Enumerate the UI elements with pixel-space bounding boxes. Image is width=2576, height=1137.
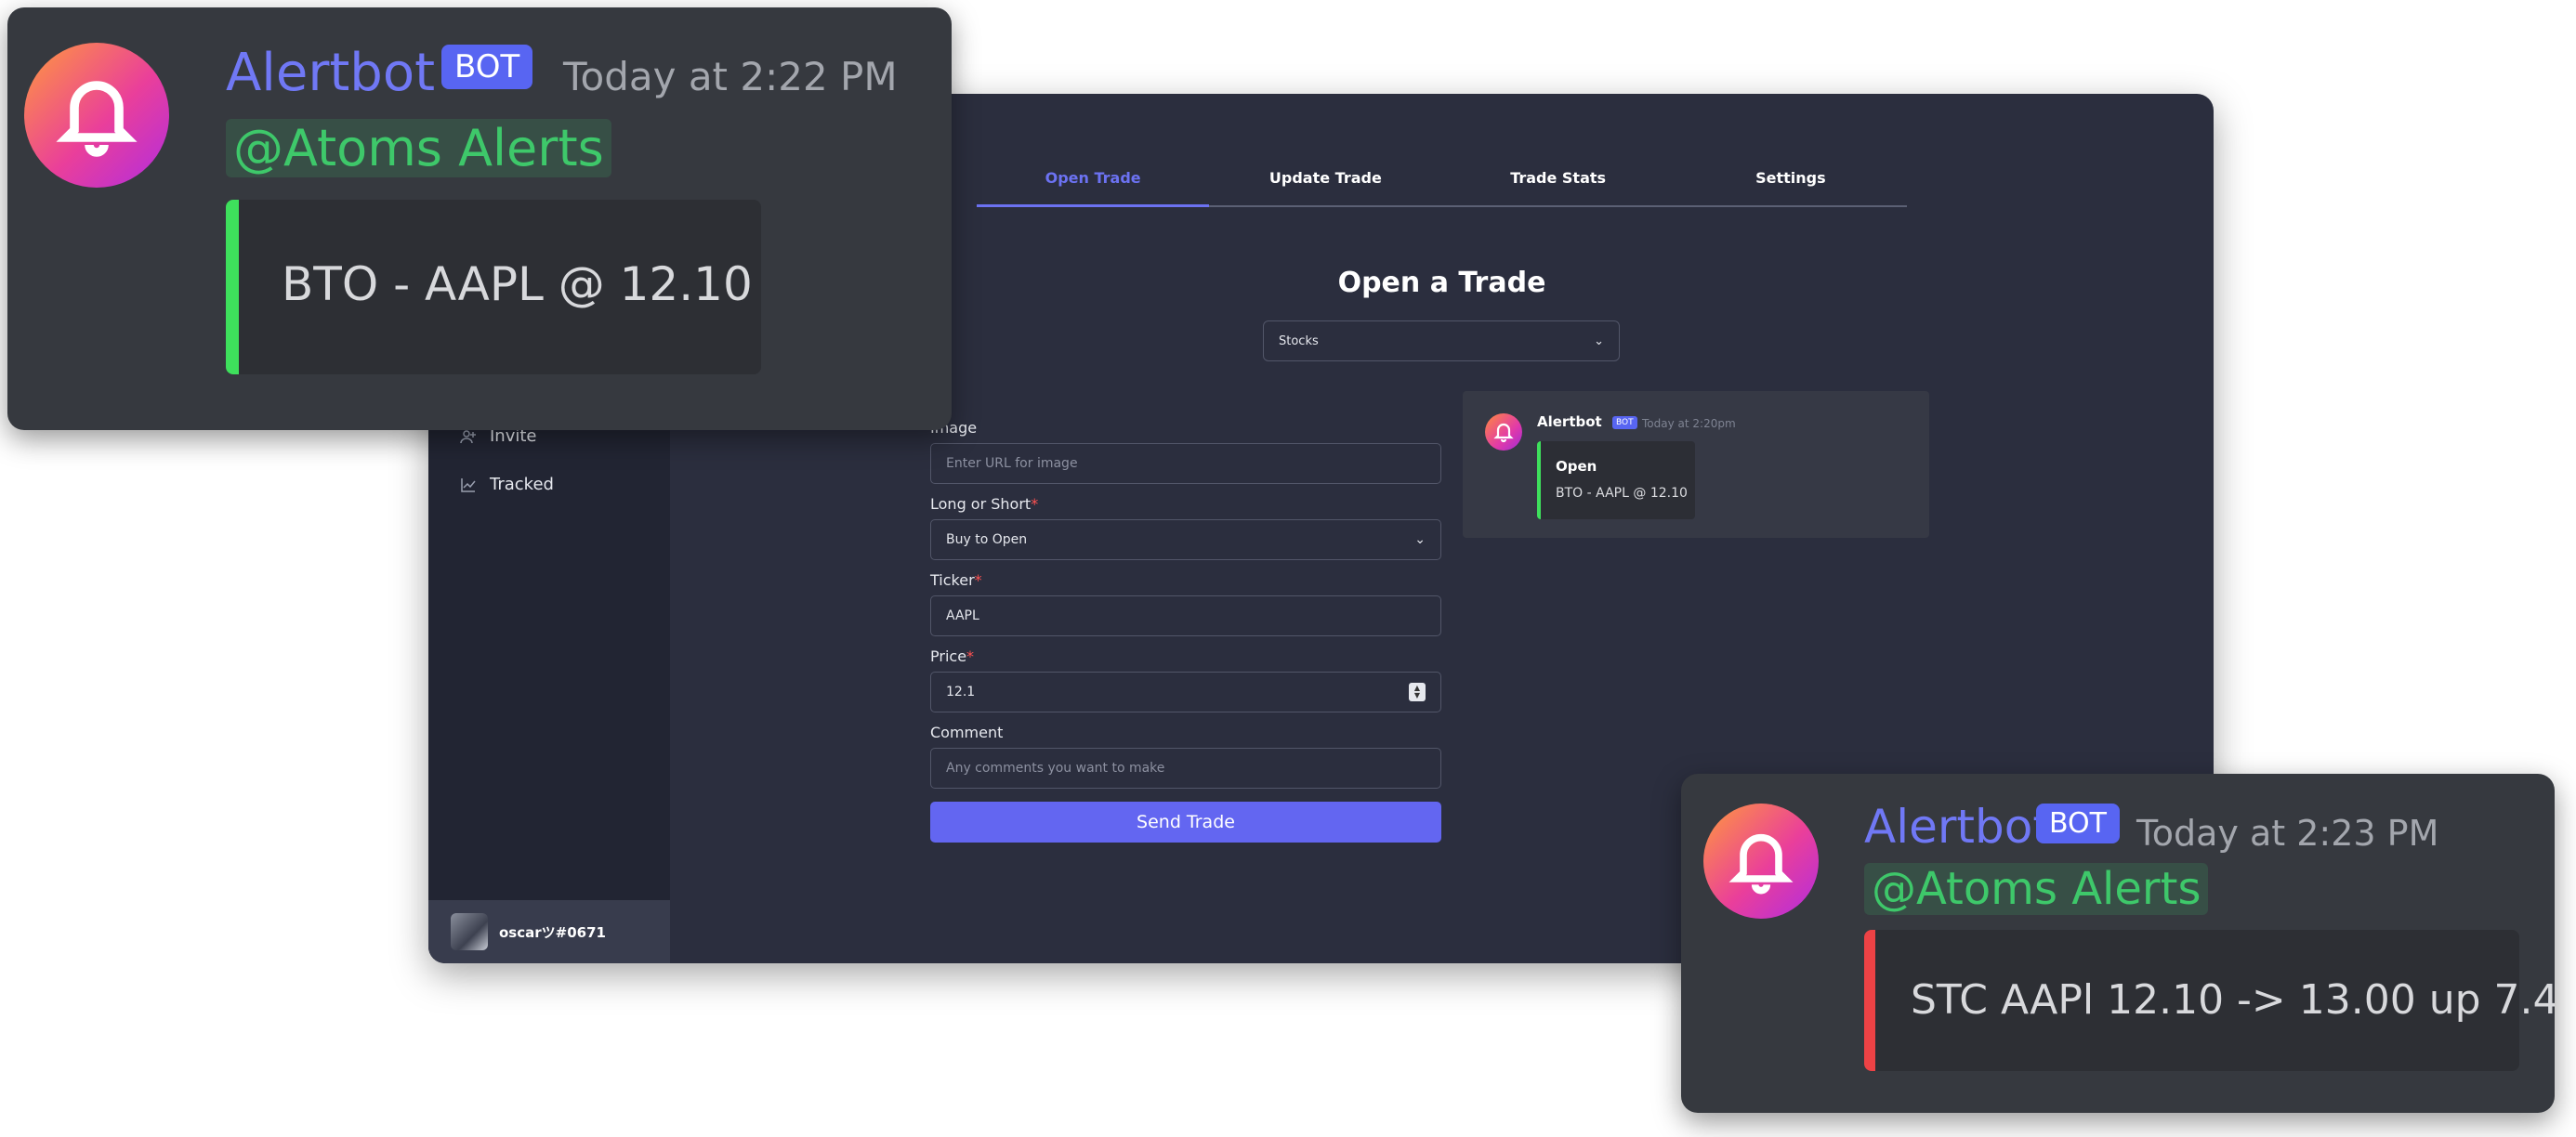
chevron-down-icon: ⌄ [1594, 333, 1604, 348]
user-bar[interactable]: oscarツ#0671 [428, 900, 670, 963]
send-trade-button[interactable]: Send Trade [930, 802, 1441, 843]
price-value: 12.1 [946, 685, 976, 699]
long-short-select[interactable]: Buy to Open ⌄ [930, 519, 1441, 560]
bot-avatar [1703, 804, 1819, 919]
chart-line-icon [461, 477, 476, 492]
image-label: Image [930, 419, 978, 437]
ticker-label: Ticker* [930, 571, 982, 589]
bot-badge: BOT [1612, 416, 1637, 429]
image-url-input[interactable]: Enter URL for image [930, 443, 1441, 484]
embed-description: BTO - AAPL @ 12.10 [282, 257, 753, 311]
discord-alert-card-close: Alertbot BOT Today at 2:23 PM @Atoms Ale… [1681, 774, 2555, 1113]
discord-alert-card-open: Alertbot BOT Today at 2:22 PM @Atoms Ale… [7, 7, 952, 430]
comment-input[interactable]: Any comments you want to make [930, 748, 1441, 789]
embed-description: STC AAPl 12.10 -> 13.00 up 7.44% [1911, 976, 2555, 1024]
price-input[interactable]: 12.1 ▲ ▼ [930, 672, 1441, 712]
comment-placeholder: Any comments you want to make [946, 761, 1165, 776]
sidebar-item-tracked[interactable]: Tracked [460, 475, 554, 494]
role-mention[interactable]: @Atoms Alerts [1864, 863, 2209, 915]
role-mention[interactable]: @Atoms Alerts [226, 119, 611, 177]
page-title: Open a Trade [1337, 267, 1546, 299]
tab-open-trade[interactable]: Open Trade [977, 159, 1210, 207]
bot-name: Alertbot [1864, 800, 2051, 854]
message-embed: BTO - AAPL @ 12.10 [226, 200, 761, 374]
user-name: oscarツ#0671 [499, 923, 606, 941]
long-short-label: Long or Short* [930, 495, 1039, 513]
tab-update-trade[interactable]: Update Trade [1209, 159, 1441, 205]
long-short-value: Buy to Open [946, 532, 1028, 547]
message-preview: Alertbot BOT Today at 2:20pm Open BTO - … [1463, 391, 1929, 538]
bot-badge: BOT [441, 45, 533, 89]
ticker-input[interactable]: AAPL [930, 595, 1441, 636]
message-embed: Open BTO - AAPL @ 12.10 [1537, 441, 1695, 519]
price-label: Price* [930, 647, 975, 665]
price-stepper[interactable]: ▲ ▼ [1409, 683, 1426, 701]
comment-label: Comment [930, 724, 1004, 741]
asset-type-value: Stocks [1279, 333, 1319, 348]
trade-form: Image Enter URL for image Long or Short*… [930, 419, 1441, 843]
message-timestamp: Today at 2:22 PM [563, 54, 898, 99]
bot-avatar [1485, 413, 1522, 451]
bot-name: Alertbot [1537, 413, 1602, 430]
bot-badge: BOT [2036, 804, 2120, 843]
message-embed: STC AAPl 12.10 -> 13.00 up 7.44% [1864, 930, 2555, 1071]
avatar [451, 913, 488, 950]
tab-settings[interactable]: Settings [1675, 159, 1907, 205]
embed-title: Open [1556, 458, 1597, 475]
image-url-placeholder: Enter URL for image [946, 456, 1078, 471]
bot-avatar [24, 43, 169, 188]
user-plus-icon [460, 429, 476, 443]
bell-icon [56, 81, 138, 157]
bell-icon [1493, 423, 1514, 443]
asset-type-select[interactable]: Stocks ⌄ [1263, 320, 1620, 361]
chevron-down-icon: ⌄ [1414, 532, 1426, 547]
bell-icon [1728, 833, 1794, 895]
embed-description: BTO - AAPL @ 12.10 [1556, 486, 1688, 501]
tab-trade-stats[interactable]: Trade Stats [1442, 159, 1675, 205]
ticker-value: AAPL [946, 608, 979, 623]
message-timestamp: Today at 2:23 PM [2136, 813, 2439, 854]
message-timestamp: Today at 2:20pm [1642, 417, 1736, 430]
tab-bar: Open Trade Update Trade Trade Stats Sett… [977, 159, 1907, 207]
bot-name: Alertbot [226, 43, 436, 103]
sidebar-item-label: Tracked [490, 475, 554, 494]
